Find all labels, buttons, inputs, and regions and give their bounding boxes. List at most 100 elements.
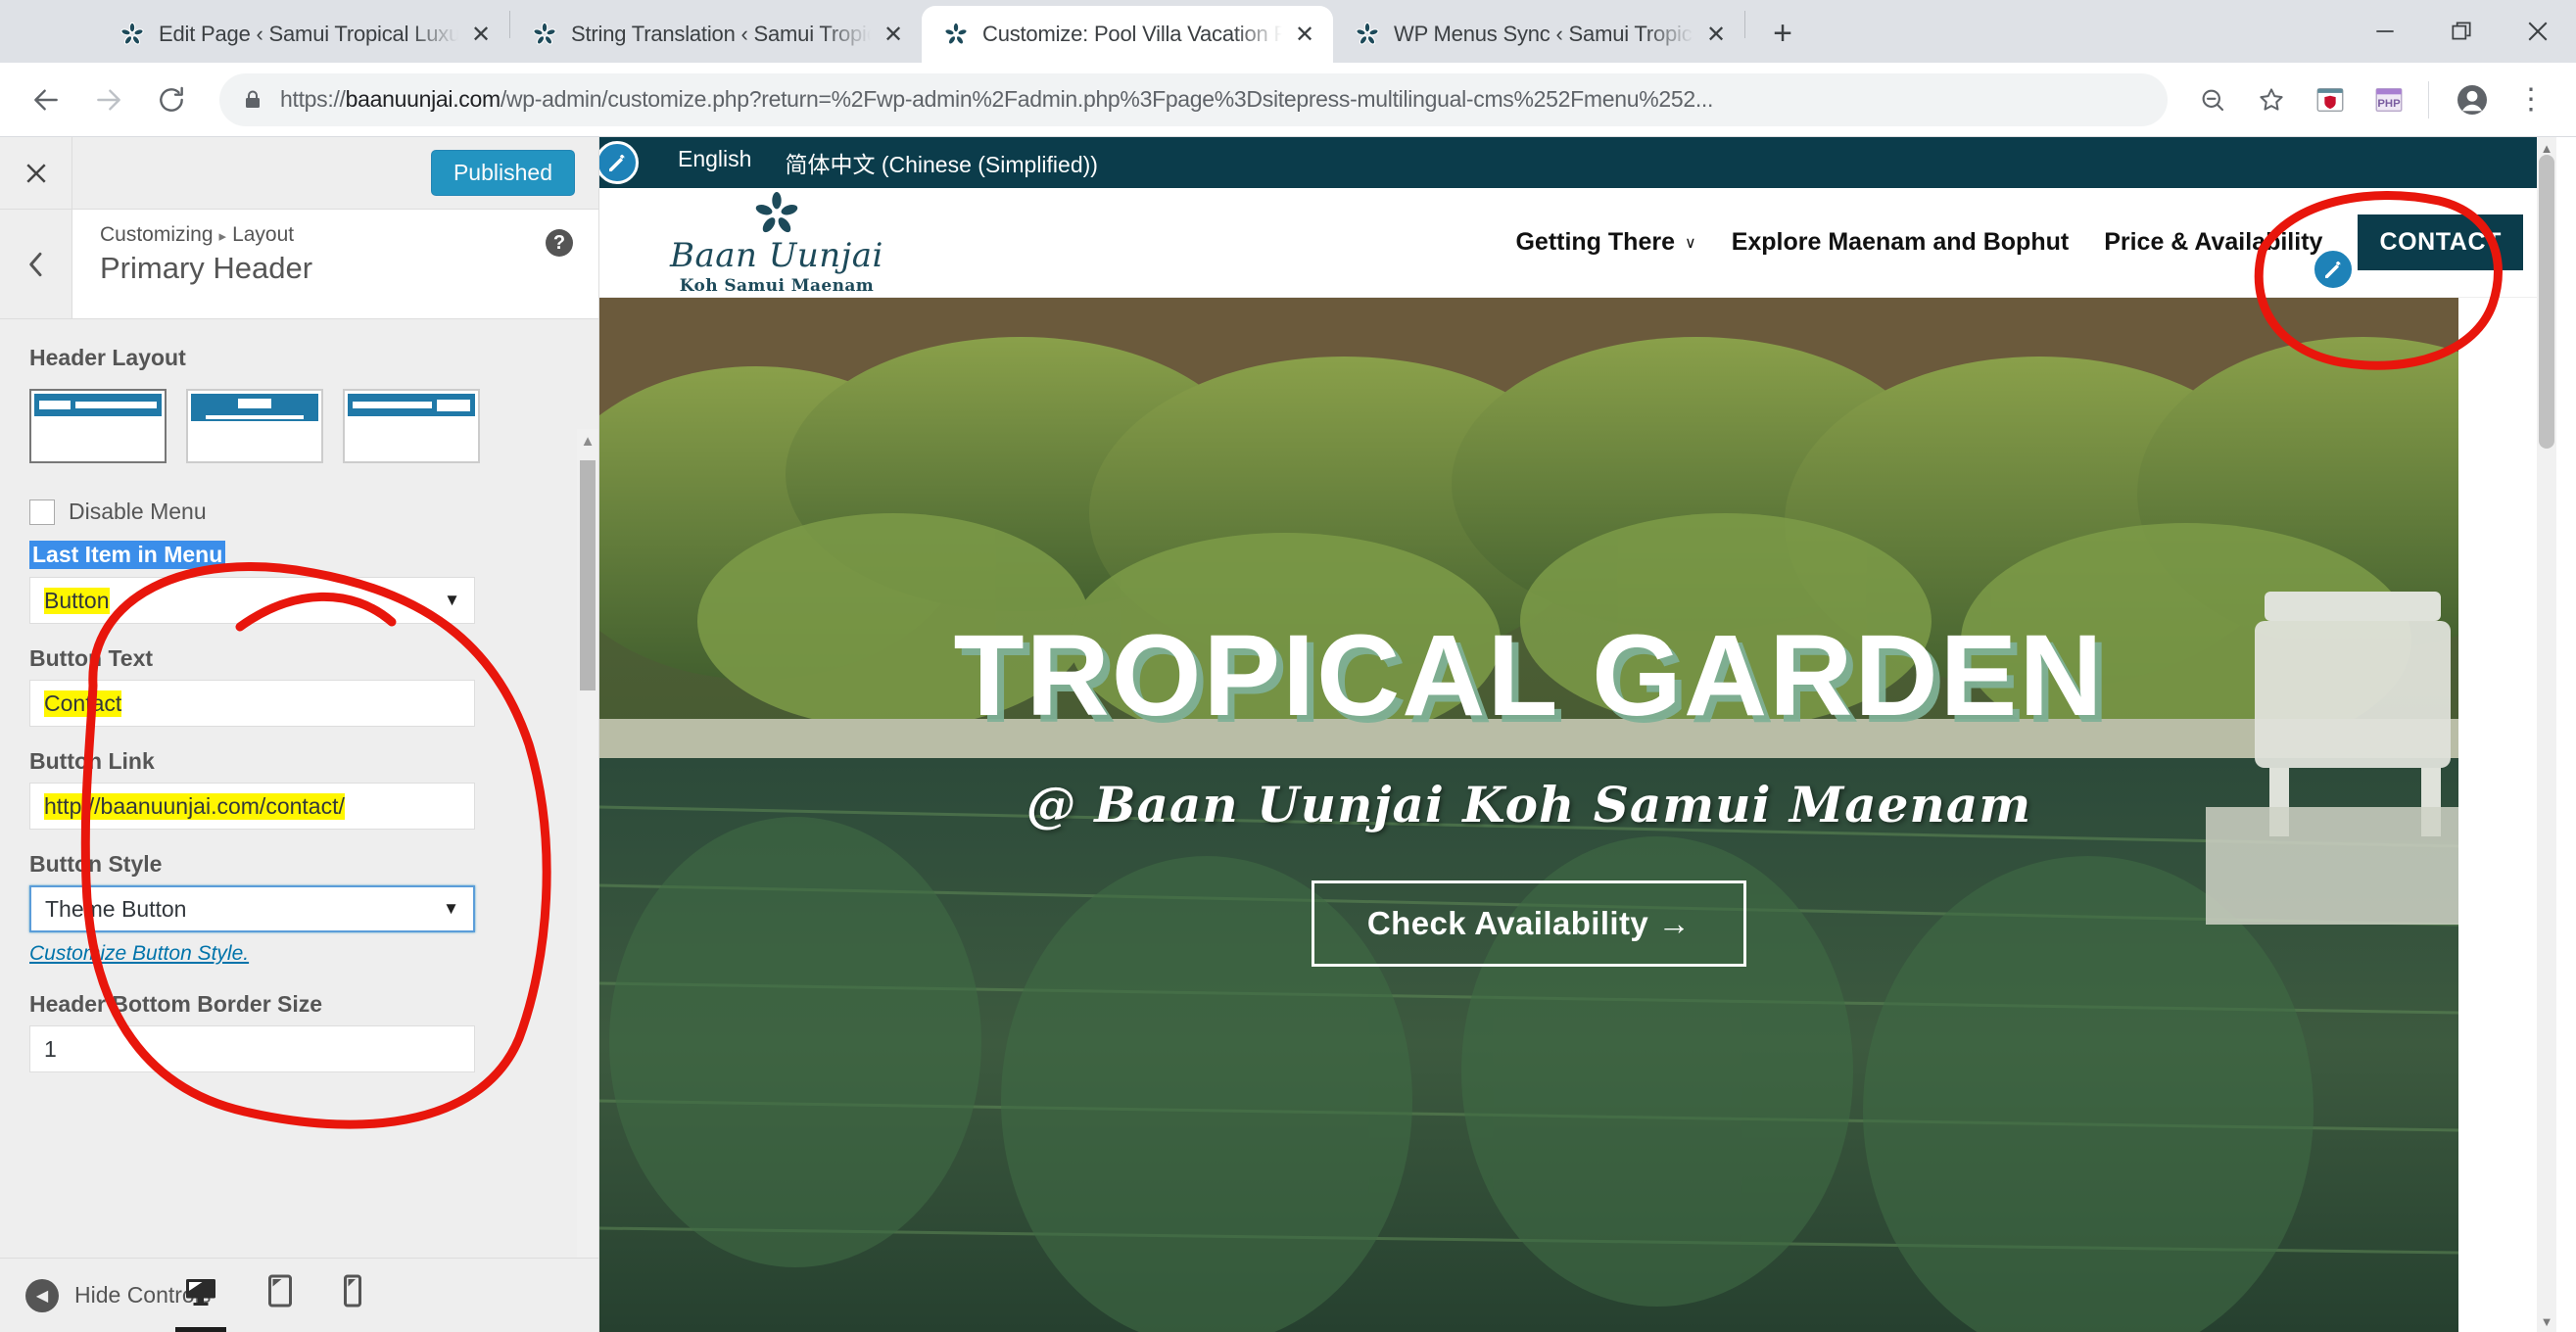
browser-tab[interactable]: String Translation ‹ Samui Tropica ✕ xyxy=(510,6,922,63)
address-bar[interactable]: https://baanuunjai.com/wp-admin/customiz… xyxy=(219,72,2168,126)
nav-item-price-and-availability[interactable]: Price & Availability xyxy=(2104,228,2322,257)
disable-menu-checkbox[interactable] xyxy=(29,499,55,525)
close-window-button[interactable] xyxy=(2500,0,2576,63)
publish-button[interactable]: Published xyxy=(430,150,575,196)
minimize-button[interactable] xyxy=(2347,0,2423,63)
header-bottom-border-size-label: Header Bottom Border Size xyxy=(29,991,323,1017)
primary-navigation: Getting There ∨ Explore Maenam and Bophu… xyxy=(1515,214,2523,291)
customize-button-style-link[interactable]: Customize Button Style. xyxy=(29,942,249,965)
scrollbar-thumb[interactable] xyxy=(580,460,596,690)
contact-button[interactable]: CONTACT xyxy=(2358,214,2523,270)
site-logo-tagline: Koh Samui Maenam xyxy=(679,276,875,296)
button-text-field: Button Text Contact xyxy=(29,645,569,727)
tab-title: String Translation ‹ Samui Tropica xyxy=(571,22,871,46)
bookmark-star-icon[interactable] xyxy=(2244,72,2299,127)
button-style-label: Button Style xyxy=(29,851,163,877)
browser-tab-active[interactable]: Customize: Pool Villa Vacation Re ✕ xyxy=(922,6,1333,63)
last-item-in-menu-value: Button xyxy=(44,587,110,614)
breadcrumb: Customizing ▸ Layout xyxy=(100,223,579,247)
check-availability-button[interactable]: Check Availability → xyxy=(1311,880,1747,967)
wordpress-favicon-icon xyxy=(532,22,557,47)
url-host: baanuunjai.com xyxy=(345,86,501,112)
new-tab-button[interactable]: + xyxy=(1755,6,1810,61)
reload-button[interactable] xyxy=(143,71,200,128)
customizer-stage: Published Customizing ▸ Layout Primary Hea… xyxy=(0,137,2576,1332)
language-english[interactable]: English xyxy=(678,146,751,179)
tab-close-icon[interactable]: ✕ xyxy=(464,18,498,51)
desktop-preview-icon[interactable] xyxy=(175,1273,226,1332)
browser-window: Edit Page ‹ Samui Tropical Luxury ✕ Stri… xyxy=(0,0,2576,1332)
hero-content: TROPICAL GARDEN @ Baan Uunjai Koh Samui … xyxy=(599,609,2458,967)
panel-title-bar: Customizing ▸ Layout Primary Header ? xyxy=(0,210,598,319)
cta-label: Check Availability xyxy=(1366,905,1649,941)
browser-tab[interactable]: WP Menus Sync ‹ Samui Tropical ✕ xyxy=(1333,6,1744,63)
site-logo[interactable]: Baan Uunjai Koh Samui Maenam xyxy=(670,189,883,296)
tablet-preview-icon[interactable] xyxy=(265,1273,295,1317)
last-item-in-menu-label: Last Item in Menu xyxy=(29,541,226,569)
customizer-footer: ◀ Hide Controls xyxy=(0,1258,598,1332)
maximize-button[interactable] xyxy=(2423,0,2500,63)
tab-divider xyxy=(1744,11,1745,38)
last-item-in-menu-select[interactable]: Button ▼ xyxy=(29,577,475,624)
php-icon[interactable]: PHP xyxy=(2361,72,2416,127)
layout-option-logo-left[interactable] xyxy=(29,389,167,463)
url-scheme: https:// xyxy=(280,86,346,112)
hero-title: TROPICAL GARDEN xyxy=(953,611,2105,740)
layout-option-menu-left[interactable] xyxy=(343,389,480,463)
collapse-icon: ◀ xyxy=(25,1278,59,1312)
help-icon[interactable]: ? xyxy=(546,229,573,257)
disable-menu-row[interactable]: Disable Menu xyxy=(29,499,569,525)
pencil-icon[interactable] xyxy=(599,141,639,184)
close-customizer-button[interactable] xyxy=(0,137,72,209)
panel-back-button[interactable] xyxy=(0,210,72,318)
button-style-select[interactable]: Theme Button ▼ xyxy=(29,885,475,932)
customizer-sidebar: Published Customizing ▸ Layout Primary Hea… xyxy=(0,137,599,1332)
preview-scrollbar[interactable]: ▲ ▼ xyxy=(2537,137,2556,1332)
preview-scrollbar-thumb[interactable] xyxy=(2539,155,2554,449)
layout-option-logo-center[interactable] xyxy=(186,389,323,463)
svg-text:PHP: PHP xyxy=(2377,98,2401,110)
site-header: Baan Uunjai Koh Samui Maenam Getting The… xyxy=(599,188,2556,298)
lock-icon xyxy=(241,88,264,112)
mcafee-icon[interactable] xyxy=(2303,72,2358,127)
zoom-out-icon[interactable] xyxy=(2185,72,2240,127)
wordpress-favicon-icon xyxy=(119,22,145,47)
browser-menu-icon[interactable]: ⋮ xyxy=(2504,72,2558,127)
nav-item-label: Getting There xyxy=(1515,228,1675,256)
pencil-icon[interactable] xyxy=(2312,248,2355,291)
tab-title: WP Menus Sync ‹ Samui Tropical xyxy=(1394,22,1693,46)
button-text-input[interactable]: Contact xyxy=(29,680,475,727)
nav-item-getting-there[interactable]: Getting There ∨ xyxy=(1515,228,1695,257)
button-link-field: Button Link http://baanuunjai.com/contac… xyxy=(29,748,569,830)
url-path: /wp-admin/customize.php?return=%2Fwp-adm… xyxy=(500,86,1714,112)
language-chinese[interactable]: 简体中文 (Chinese (Simplified)) xyxy=(785,146,1098,179)
page-title: Primary Header xyxy=(100,251,313,285)
wpml-language-bar: English 简体中文 (Chinese (Simplified)) xyxy=(599,137,2556,188)
tab-close-icon[interactable]: ✕ xyxy=(877,18,910,51)
tab-title: Customize: Pool Villa Vacation Re xyxy=(982,22,1282,46)
customizer-scrollbar[interactable]: ▲ ▼ xyxy=(577,429,598,1258)
button-link-input[interactable]: http://baanuunjai.com/contact/ xyxy=(29,783,475,830)
button-text-label: Button Text xyxy=(29,645,154,671)
scroll-up-icon[interactable]: ▲ xyxy=(577,429,598,452)
profile-avatar-icon[interactable] xyxy=(2445,72,2500,127)
button-text-value: Contact xyxy=(44,690,122,717)
tab-strip: Edit Page ‹ Samui Tropical Luxury ✕ Stri… xyxy=(0,0,2576,63)
nav-item-explore-maenam-and-bophut[interactable]: Explore Maenam and Bophut xyxy=(1732,228,2069,257)
customizer-header: Published xyxy=(0,137,598,210)
wordpress-favicon-icon xyxy=(943,22,969,47)
header-bottom-border-size-field: Header Bottom Border Size 1 xyxy=(29,991,569,1072)
tab-close-icon[interactable]: ✕ xyxy=(1288,18,1321,51)
tab-close-icon[interactable]: ✕ xyxy=(1699,18,1733,51)
arrow-right-icon: → xyxy=(1657,905,1692,941)
header-bottom-border-size-input[interactable]: 1 xyxy=(29,1025,475,1072)
breadcrumb-root: Customizing xyxy=(100,223,214,246)
language-list: English 简体中文 (Chinese (Simplified)) xyxy=(678,146,1098,179)
scroll-down-icon[interactable]: ▼ xyxy=(2537,1310,2556,1332)
forward-button[interactable] xyxy=(80,71,137,128)
mobile-preview-icon[interactable] xyxy=(342,1273,363,1317)
header-bottom-border-size-value: 1 xyxy=(44,1035,57,1062)
back-button[interactable] xyxy=(18,71,74,128)
browser-tab[interactable]: Edit Page ‹ Samui Tropical Luxury ✕ xyxy=(98,6,509,63)
button-style-field: Button Style Theme Button ▼ Customize Bu… xyxy=(29,851,569,966)
